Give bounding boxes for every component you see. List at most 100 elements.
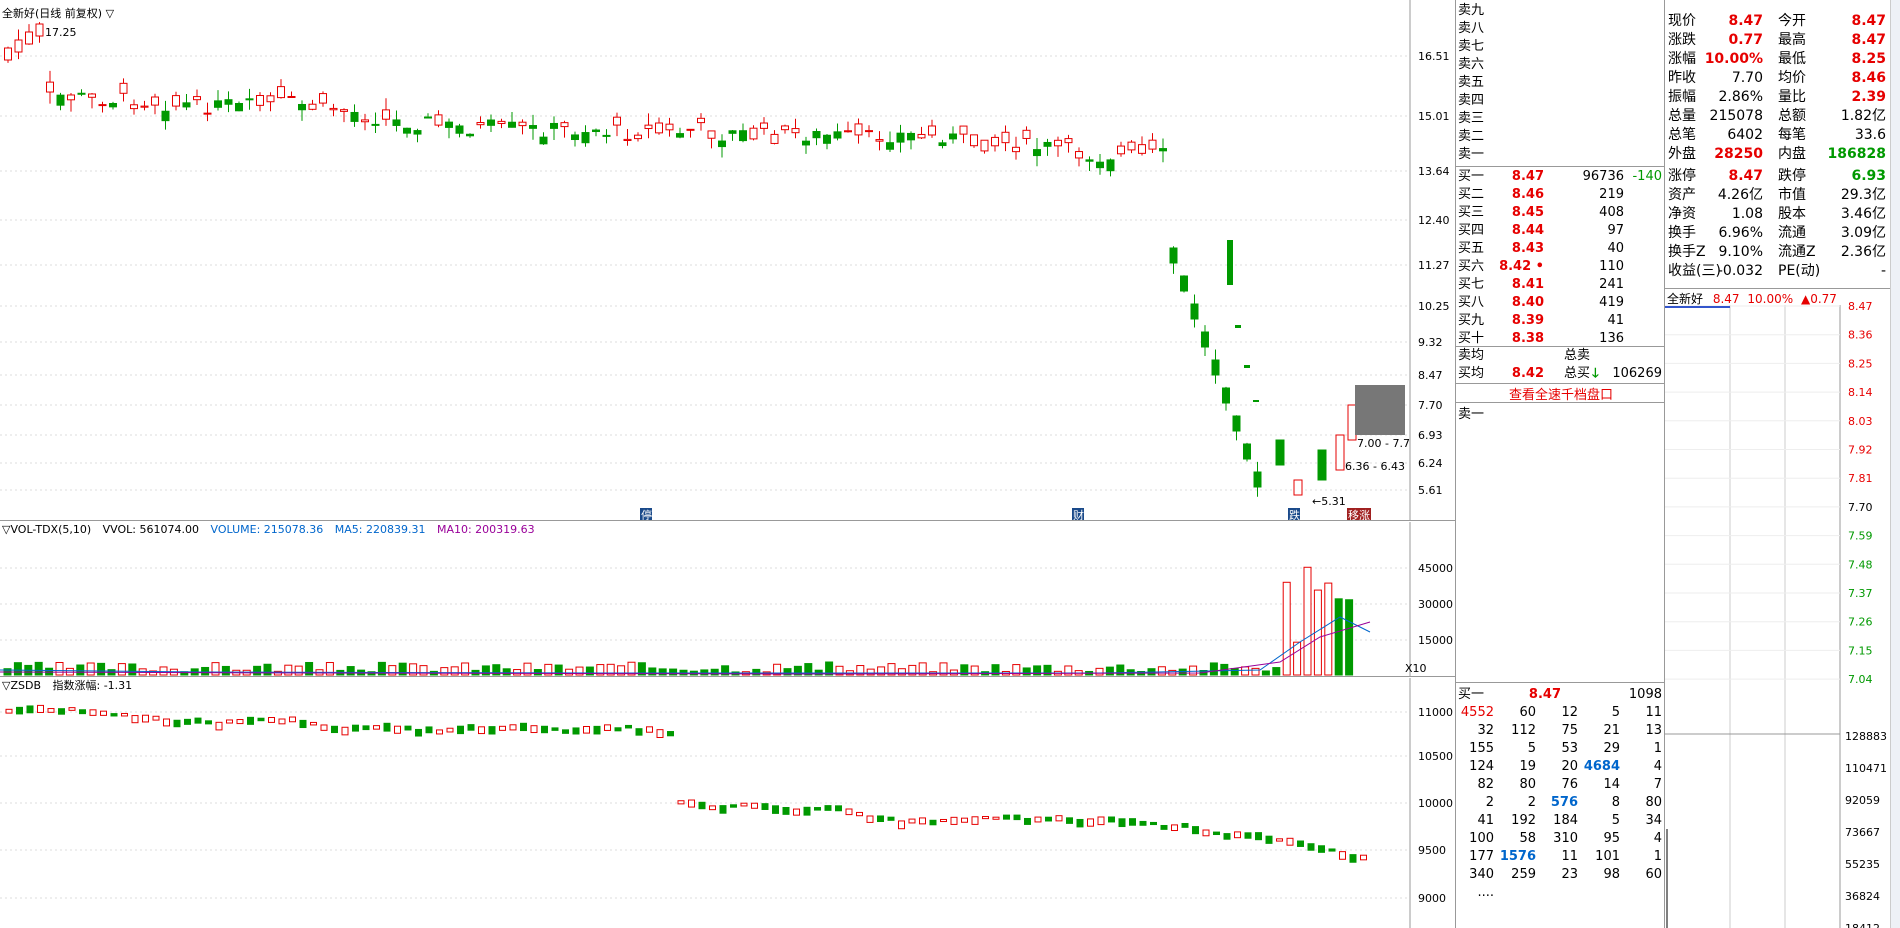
queue-cell: 5	[1611, 705, 1620, 720]
sell-level-row[interactable]: 卖五	[1456, 74, 1664, 92]
quote-label: 涨幅	[1668, 51, 1696, 67]
sell-level-row[interactable]: 卖八	[1456, 20, 1664, 38]
zsdb-candle	[362, 725, 370, 731]
full-depth-orderbook-link[interactable]: 查看全速千档盘口	[1456, 384, 1664, 403]
kline-candle	[371, 123, 380, 126]
kline-candle	[1201, 331, 1209, 348]
zsdb-candle	[1087, 818, 1094, 827]
intraday-price-tick: 7.92	[1848, 444, 1873, 457]
sell-level-row[interactable]: 卖四	[1456, 92, 1664, 110]
kline-candle	[1211, 359, 1220, 376]
kline-candle	[833, 131, 842, 139]
ma5-value: MA5: 220839.31	[334, 523, 426, 536]
buy-level-row[interactable]: 买五 8.43 40	[1456, 240, 1664, 258]
buy-level-row[interactable]: 买六 8.42 • 110	[1456, 258, 1664, 276]
zsdb-candle	[1097, 816, 1105, 826]
buy-level-row[interactable]: 买一 8.47 96736 -140	[1456, 168, 1664, 186]
sell-level-row[interactable]: 卖九	[1456, 2, 1664, 20]
volume-chart-panel[interactable]: 45000 30000 15000 X10 ▽VOL-TDX(5,10) VVOL: …	[0, 522, 1455, 677]
volume-bar	[1334, 598, 1343, 676]
volume-bar	[1178, 668, 1187, 676]
intraday-panel[interactable]: 全新好 8.47 10.00% ▲0.77 8.47 8.36 8.25 8.14 8.…	[1665, 288, 1890, 928]
buy-level-row[interactable]: 买二 8.46 219	[1456, 186, 1664, 204]
kline-candle	[235, 103, 243, 112]
zsdb-candle	[247, 716, 254, 725]
sell-level-label: 卖二	[1458, 129, 1485, 144]
kline-candle	[1253, 400, 1259, 402]
intraday-chart-canvas[interactable]: 8.47 8.36 8.25 8.14 8.03 7.92 7.81 7.70 7.59 7.48…	[1665, 289, 1890, 928]
volume-bar	[513, 669, 522, 676]
quote-value: 3.46亿	[1840, 206, 1886, 222]
zsdb-candle	[341, 726, 349, 736]
index-compare-canvas[interactable]: 110001050010000950090008500	[0, 678, 1455, 928]
zsdb-candle	[1024, 817, 1031, 825]
quote-value: 6.96%	[1718, 225, 1763, 241]
zsdb-indicator-name[interactable]: ▽ZSDB	[2, 679, 41, 692]
intraday-price-tick: 7.48	[1848, 558, 1873, 571]
kline-candle	[1275, 439, 1285, 466]
kline-candle	[791, 128, 800, 134]
sell-level-row[interactable]: 卖六	[1456, 56, 1664, 74]
quote-label: 最高	[1778, 32, 1806, 48]
queue-cell: 124	[1469, 759, 1494, 774]
kline-candle	[130, 104, 138, 110]
zsdb-candle	[1160, 824, 1168, 830]
zsdb-candle	[562, 729, 569, 734]
volume-bar	[502, 668, 511, 676]
kline-candle	[445, 121, 453, 128]
queue-cell: 8	[1611, 795, 1620, 810]
quote-label: 股本	[1778, 206, 1806, 222]
queue-cell: 11	[1645, 705, 1662, 720]
queue-cell: 76	[1561, 777, 1578, 792]
sell-level-row[interactable]: 卖七	[1456, 38, 1664, 56]
vol-indicator-name[interactable]: ▽VOL-TDX(5,10)	[2, 523, 91, 536]
side-scrollbar[interactable]	[1890, 0, 1900, 928]
sell-level-row[interactable]: 卖三	[1456, 110, 1664, 128]
volume-bar	[1241, 666, 1250, 676]
buy-level-row[interactable]: 买四 8.44 97	[1456, 222, 1664, 240]
quote-label: 收益(三)	[1668, 263, 1721, 279]
zsdb-candle	[688, 799, 695, 808]
volume-bar	[565, 668, 574, 676]
queue-cell: 32	[1477, 723, 1494, 738]
zsdb-candle	[898, 820, 905, 830]
kline-max-label: 17.25	[45, 26, 77, 39]
kline-candle	[424, 116, 432, 119]
kline-candle	[329, 107, 338, 111]
buy-level-row[interactable]: 买七 8.41 241	[1456, 276, 1664, 294]
kline-candle	[487, 119, 495, 126]
buy-level-change: -140	[1632, 169, 1662, 184]
zsdb-candle	[394, 725, 401, 734]
quote-row: 换手Z 9.10% 流通Z 2.36亿	[1665, 243, 1890, 262]
zsdb-candle	[68, 707, 76, 711]
zsdb-candle	[982, 816, 989, 820]
sell-level-row[interactable]: 卖二	[1456, 128, 1664, 146]
event-marker-label: 财	[1073, 508, 1084, 521]
kline-candle	[382, 109, 390, 120]
zsdb-candle	[1129, 818, 1136, 826]
zsdb-candle	[803, 806, 811, 816]
kline-candle	[1347, 404, 1357, 441]
zsdb-candle	[1286, 837, 1294, 846]
kline-chart-canvas[interactable]: 16.51 15.01 13.64 12.40 11.27 10.25 9.32 8.47 7.…	[0, 0, 1455, 521]
kline-candle	[781, 125, 789, 131]
buy-level-row[interactable]: 买八 8.40 419	[1456, 294, 1664, 312]
kline-chart-panel[interactable]: 16.51 15.01 13.64 12.40 11.27 10.25 9.32 8.47 7.…	[0, 0, 1455, 521]
buy-level-price: 8.39	[1511, 313, 1544, 328]
chip-distribution-block	[1355, 385, 1405, 435]
kline-candle	[739, 130, 747, 142]
index-compare-panel[interactable]: 110001050010000950090008500 ▽ZSDB 指数涨幅: …	[0, 678, 1455, 928]
buy-level-price: 8.42 •	[1499, 259, 1544, 274]
kline-candle	[203, 112, 212, 115]
queue-cell: 5	[1527, 741, 1536, 756]
queue-cell: 4	[1653, 831, 1662, 846]
buy-level-label: 买二	[1458, 187, 1485, 202]
kline-candle	[655, 122, 663, 134]
zsdb-candle	[278, 718, 286, 725]
volume-bar	[533, 669, 542, 676]
buy-level-row[interactable]: 买三 8.45 408	[1456, 204, 1664, 222]
sell-level-row[interactable]: 卖一	[1456, 146, 1664, 164]
kline-candle	[88, 93, 96, 98]
buy-level-row[interactable]: 买九 8.39 41	[1456, 312, 1664, 330]
volume-chart-canvas[interactable]: 45000 30000 15000 X10	[0, 522, 1455, 677]
